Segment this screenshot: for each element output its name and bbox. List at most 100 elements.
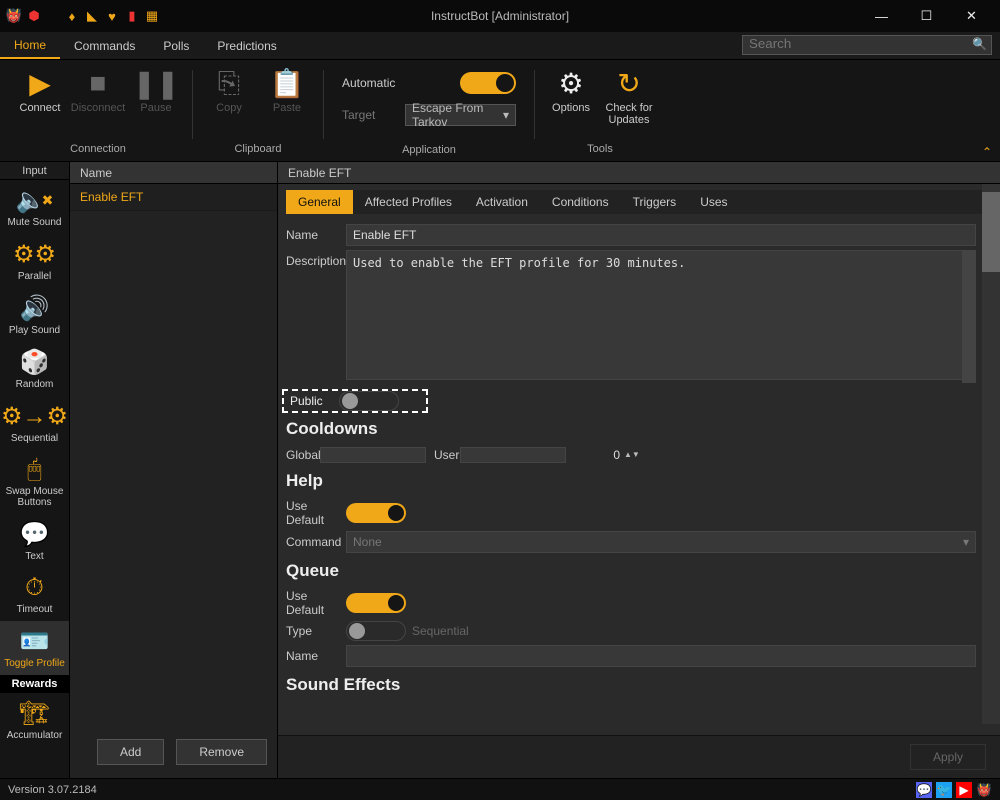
scrollbar-thumb[interactable] [982, 192, 1000, 272]
ribbon-group-connection: ▶ Connect ■ Disconnect ❚❚ Pause Connecti… [6, 64, 190, 161]
ribbon-group-tools: ⚙ Options ↻ Check for Updates Tools [537, 64, 663, 161]
check-updates-label: Check for Updates [603, 102, 655, 126]
sidebar-item-label: Swap Mouse Buttons [2, 486, 67, 508]
queue-use-default-toggle[interactable] [346, 593, 406, 613]
tab-affected-profiles[interactable]: Affected Profiles [353, 190, 464, 214]
quick-icon-5[interactable]: ▦ [144, 8, 160, 24]
help-use-default-toggle[interactable] [346, 503, 406, 523]
search-box[interactable]: 🔍 [742, 35, 992, 55]
sidebar-timeout[interactable]: ⏱Timeout [0, 568, 69, 621]
quick-icon-1[interactable]: ♦ [64, 8, 80, 24]
tab-general[interactable]: General [286, 190, 353, 214]
pause-icon: ❚❚ [133, 66, 180, 100]
description-textarea[interactable] [346, 250, 976, 380]
tab-activation[interactable]: Activation [464, 190, 540, 214]
main-layout: Input 🔈✖Mute Sound ⚙⚙Parallel 🔊Play Soun… [0, 162, 1000, 778]
pause-label: Pause [140, 102, 171, 114]
target-value: Escape From Tarkov [412, 101, 503, 129]
sidebar-toggle-profile[interactable]: 🪪Toggle Profile [0, 621, 69, 675]
apply-button: Apply [910, 744, 986, 770]
name-input[interactable] [346, 224, 976, 246]
check-updates-button[interactable]: ↻ Check for Updates [603, 64, 655, 128]
sidebar-item-label: Random [16, 379, 54, 390]
public-label: Public [290, 394, 323, 408]
textarea-scrollbar[interactable] [962, 250, 976, 383]
content-actions: Apply [278, 735, 1000, 778]
automatic-toggle[interactable] [460, 72, 516, 94]
help-command-select[interactable]: None▾ [346, 531, 976, 553]
name-label: Name [282, 228, 346, 242]
sidebar-parallel[interactable]: ⚙⚙ Parallel [0, 234, 69, 288]
queue-type-toggle[interactable] [346, 621, 406, 641]
queue-name-input[interactable] [346, 645, 976, 667]
minimize-button[interactable]: — [859, 0, 904, 32]
refresh-icon: ↻ [617, 66, 640, 100]
options-button[interactable]: ⚙ Options [545, 64, 597, 128]
ribbon: ▶ Connect ■ Disconnect ❚❚ Pause Connecti… [0, 60, 1000, 162]
quick-icon-3[interactable]: ♥ [104, 8, 120, 24]
quick-icon-4[interactable]: ▮ [124, 8, 140, 24]
chevron-down-icon: ▾ [963, 535, 969, 549]
youtube-icon[interactable]: ▶ [956, 782, 972, 798]
search-input[interactable] [749, 36, 969, 51]
divider [192, 70, 193, 139]
connect-button[interactable]: ▶ Connect [14, 64, 66, 116]
parallel-icon: ⚙⚙ [13, 240, 56, 269]
collapse-ribbon-icon[interactable]: ⌃ [982, 145, 992, 159]
add-button[interactable]: Add [97, 739, 164, 765]
maximize-button[interactable]: ☐ [904, 0, 949, 32]
sequence-icon: ⚙→⚙ [1, 402, 68, 431]
sidebar-item-label: Parallel [18, 271, 51, 282]
titlebar-icons: 👹 ⬢ ♦ ◣ ♥ ▮ ▦ [6, 8, 160, 24]
app-mini-icon[interactable]: 👹 [976, 782, 992, 798]
clock-icon: ⏱ [25, 574, 44, 602]
global-label: Global [282, 448, 320, 462]
sidebar-play-sound[interactable]: 🔊Play Sound [0, 288, 69, 342]
remove-button[interactable]: Remove [176, 739, 267, 765]
sidebar-sequential[interactable]: ⚙→⚙Sequential [0, 396, 69, 450]
user-cooldown-value[interactable] [461, 448, 624, 462]
tab-triggers[interactable]: Triggers [621, 190, 689, 214]
sound-icon: 🔊 [20, 294, 50, 323]
sidebar-rewards-header: Rewards [0, 675, 69, 693]
sidebar-accumulator[interactable]: 🏗Accumulator [0, 693, 69, 747]
public-toggle[interactable] [339, 391, 399, 411]
sidebar-swap-mouse[interactable]: 🖱Swap Mouse Buttons [0, 450, 69, 514]
connection-group-label: Connection [70, 139, 126, 161]
sidebar-mute-sound[interactable]: 🔈✖Mute Sound [0, 180, 69, 234]
text-icon: 💬 [20, 520, 50, 549]
search-icon: 🔍 [972, 37, 987, 51]
stepper-icon[interactable]: ▲▼ [624, 451, 638, 459]
queue-name-label: Name [282, 649, 346, 663]
nav-home[interactable]: Home [0, 32, 60, 59]
twitter-icon[interactable]: 🐦 [936, 782, 952, 798]
target-dropdown[interactable]: Escape From Tarkov ▾ [405, 104, 516, 126]
window-title: InstructBot [Administrator] [431, 9, 569, 23]
help-use-default-label: Use Default [282, 499, 346, 527]
content-panel: Enable EFT General Affected Profiles Act… [278, 162, 1000, 778]
user-cooldown-input[interactable]: ▲▼ [460, 447, 566, 463]
profile-icon: 🪪 [20, 627, 50, 656]
help-command-label: Command [282, 535, 346, 549]
queue-use-default-label: Use Default [282, 589, 346, 617]
tools-group-label: Tools [587, 139, 613, 161]
quick-icon-2[interactable]: ◣ [84, 8, 100, 24]
nav-commands[interactable]: Commands [60, 32, 149, 59]
disconnect-button: ■ Disconnect [72, 64, 124, 116]
discord-icon[interactable]: 💬 [916, 782, 932, 798]
tab-conditions[interactable]: Conditions [540, 190, 621, 214]
divider [534, 70, 535, 139]
list-item-enable-eft[interactable]: Enable EFT [70, 184, 277, 211]
queue-heading: Queue [282, 557, 976, 585]
nav-polls[interactable]: Polls [149, 32, 203, 59]
sidebar-random[interactable]: 🎲Random [0, 342, 69, 396]
nav-predictions[interactable]: Predictions [203, 32, 290, 59]
global-cooldown-input[interactable]: ▲▼ [320, 447, 426, 463]
status-bar: Version 3.07.2184 💬 🐦 ▶ 👹 [0, 778, 1000, 800]
sidebar-text[interactable]: 💬Text [0, 514, 69, 568]
copy-icon: ⎘ [218, 66, 240, 100]
content-scrollbar[interactable] [982, 184, 1000, 724]
close-button[interactable]: ✕ [949, 0, 994, 32]
list-actions: Add Remove [70, 731, 277, 771]
tab-uses[interactable]: Uses [688, 190, 739, 214]
